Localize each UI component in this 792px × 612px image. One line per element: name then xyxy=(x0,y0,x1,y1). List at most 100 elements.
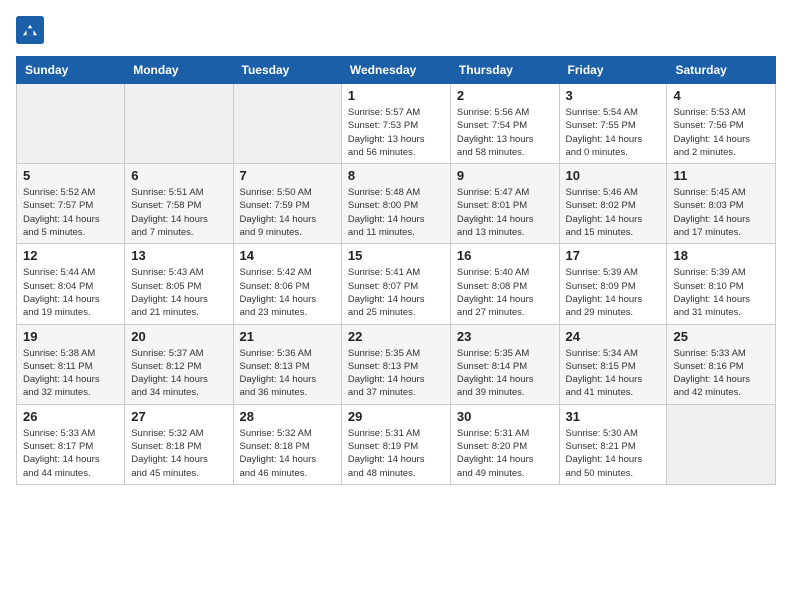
calendar-cell: 9 Sunrise: 5:47 AMSunset: 8:01 PMDaylight… xyxy=(450,164,559,244)
day-info: Sunrise: 5:34 AMSunset: 8:15 PMDaylight:… xyxy=(566,347,661,400)
day-number: 10 xyxy=(566,168,661,183)
calendar-cell: 25Sunrise: 5:33 AMSunset: 8:16 PMDayligh… xyxy=(667,324,776,404)
calendar-cell: 4 Sunrise: 5:53 AMSunset: 7:56 PMDaylight… xyxy=(667,84,776,164)
day-info: Sunrise: 5:35 AMSunset: 8:14 PMDaylight:… xyxy=(457,347,553,400)
day-number: 30 xyxy=(457,409,553,424)
day-number: 21 xyxy=(240,329,335,344)
day-info: Sunrise: 5:52 AMSunset: 7:57 PMDaylight:… xyxy=(23,186,118,239)
day-info: Sunrise: 5:44 AMSunset: 8:04 PMDaylight:… xyxy=(23,266,118,319)
calendar-week-4: 19 Sunrise: 5:38 AMSunset: 8:11 PMDayligh… xyxy=(17,324,776,404)
calendar-cell xyxy=(125,84,233,164)
day-info: Sunrise: 5:43 AMSunset: 8:05 PMDaylight:… xyxy=(131,266,226,319)
calendar-cell: 6Sunrise: 5:51 AMSunset: 7:58 PMDaylight… xyxy=(125,164,233,244)
day-number: 16 xyxy=(457,248,553,263)
day-number: 2 xyxy=(457,88,553,103)
day-info: Sunrise: 5:38 AMSunset: 8:11 PMDaylight:… xyxy=(23,347,118,400)
day-info: Sunrise: 5:32 AMSunset: 8:18 PMDaylight:… xyxy=(240,427,335,480)
day-info: Sunrise: 5:53 AMSunset: 7:56 PMDaylight:… xyxy=(673,106,769,159)
calendar-cell: 21 Sunrise: 5:36 AMSunset: 8:13 PMDayligh… xyxy=(233,324,341,404)
calendar-week-2: 5 Sunrise: 5:52 AMSunset: 7:57 PMDaylight… xyxy=(17,164,776,244)
calendar-cell: 10 Sunrise: 5:46 AMSunset: 8:02 PMDayligh… xyxy=(559,164,667,244)
day-number: 9 xyxy=(457,168,553,183)
calendar-cell: 16 Sunrise: 5:40 AMSunset: 8:08 PMDayligh… xyxy=(450,244,559,324)
day-number: 18 xyxy=(673,248,769,263)
day-number: 26 xyxy=(23,409,118,424)
day-number: 12 xyxy=(23,248,118,263)
day-number: 5 xyxy=(23,168,118,183)
day-number: 4 xyxy=(673,88,769,103)
calendar-cell: 26 Sunrise: 5:33 AMSunset: 8:17 PMDayligh… xyxy=(17,404,125,484)
calendar-cell: 11 Sunrise: 5:45 AMSunset: 8:03 PMDayligh… xyxy=(667,164,776,244)
calendar-week-5: 26 Sunrise: 5:33 AMSunset: 8:17 PMDayligh… xyxy=(17,404,776,484)
calendar-cell: 2 Sunrise: 5:56 AMSunset: 7:54 PMDaylight… xyxy=(450,84,559,164)
day-info: Sunrise: 5:54 AMSunset: 7:55 PMDaylight:… xyxy=(566,106,661,159)
day-info: Sunrise: 5:51 AMSunset: 7:58 PMDaylight:… xyxy=(131,186,226,239)
day-number: 31 xyxy=(566,409,661,424)
day-info: Sunrise: 5:47 AMSunset: 8:01 PMDaylight:… xyxy=(457,186,553,239)
calendar-cell xyxy=(233,84,341,164)
day-info: Sunrise: 5:57 AMSunset: 7:53 PMDaylight:… xyxy=(348,106,444,159)
calendar-cell xyxy=(667,404,776,484)
calendar-week-3: 12 Sunrise: 5:44 AMSunset: 8:04 PMDayligh… xyxy=(17,244,776,324)
day-number: 14 xyxy=(240,248,335,263)
calendar-cell: 30 Sunrise: 5:31 AMSunset: 8:20 PMDayligh… xyxy=(450,404,559,484)
day-number: 22 xyxy=(348,329,444,344)
calendar-cell: 28 Sunrise: 5:32 AMSunset: 8:18 PMDayligh… xyxy=(233,404,341,484)
day-number: 8 xyxy=(348,168,444,183)
calendar-cell: 17 Sunrise: 5:39 AMSunset: 8:09 PMDayligh… xyxy=(559,244,667,324)
day-info: Sunrise: 5:32 AMSunset: 8:18 PMDaylight:… xyxy=(131,427,226,480)
day-info: Sunrise: 5:37 AMSunset: 8:12 PMDaylight:… xyxy=(131,347,226,400)
day-number: 1 xyxy=(348,88,444,103)
day-number: 17 xyxy=(566,248,661,263)
calendar-cell: 13 Sunrise: 5:43 AMSunset: 8:05 PMDayligh… xyxy=(125,244,233,324)
calendar-cell: 18 Sunrise: 5:39 AMSunset: 8:10 PMDayligh… xyxy=(667,244,776,324)
day-info: Sunrise: 5:36 AMSunset: 8:13 PMDaylight:… xyxy=(240,347,335,400)
day-info: Sunrise: 5:46 AMSunset: 8:02 PMDaylight:… xyxy=(566,186,661,239)
calendar-cell xyxy=(17,84,125,164)
day-info: Sunrise: 5:31 AMSunset: 8:19 PMDaylight:… xyxy=(348,427,444,480)
day-number: 27 xyxy=(131,409,226,424)
weekday-header-friday: Friday xyxy=(559,57,667,84)
calendar-cell: 29 Sunrise: 5:31 AMSunset: 8:19 PMDayligh… xyxy=(341,404,450,484)
calendar-cell: 19 Sunrise: 5:38 AMSunset: 8:11 PMDayligh… xyxy=(17,324,125,404)
weekday-header-monday: Monday xyxy=(125,57,233,84)
day-number: 24 xyxy=(566,329,661,344)
day-info: Sunrise: 5:31 AMSunset: 8:20 PMDaylight:… xyxy=(457,427,553,480)
day-info: Sunrise: 5:30 AMSunset: 8:21 PMDaylight:… xyxy=(566,427,661,480)
calendar-cell: 23Sunrise: 5:35 AMSunset: 8:14 PMDayligh… xyxy=(450,324,559,404)
page-header xyxy=(16,16,776,44)
day-info: Sunrise: 5:40 AMSunset: 8:08 PMDaylight:… xyxy=(457,266,553,319)
day-number: 20 xyxy=(131,329,226,344)
day-number: 7 xyxy=(240,168,335,183)
calendar-cell: 5 Sunrise: 5:52 AMSunset: 7:57 PMDaylight… xyxy=(17,164,125,244)
day-info: Sunrise: 5:41 AMSunset: 8:07 PMDaylight:… xyxy=(348,266,444,319)
calendar-cell: 22Sunrise: 5:35 AMSunset: 8:13 PMDayligh… xyxy=(341,324,450,404)
day-info: Sunrise: 5:50 AMSunset: 7:59 PMDaylight:… xyxy=(240,186,335,239)
day-number: 13 xyxy=(131,248,226,263)
day-number: 15 xyxy=(348,248,444,263)
calendar-cell: 31 Sunrise: 5:30 AMSunset: 8:21 PMDayligh… xyxy=(559,404,667,484)
day-number: 11 xyxy=(673,168,769,183)
weekday-header-thursday: Thursday xyxy=(450,57,559,84)
day-info: Sunrise: 5:56 AMSunset: 7:54 PMDaylight:… xyxy=(457,106,553,159)
day-info: Sunrise: 5:42 AMSunset: 8:06 PMDaylight:… xyxy=(240,266,335,319)
day-info: Sunrise: 5:39 AMSunset: 8:09 PMDaylight:… xyxy=(566,266,661,319)
day-number: 19 xyxy=(23,329,118,344)
day-number: 3 xyxy=(566,88,661,103)
weekday-header-wednesday: Wednesday xyxy=(341,57,450,84)
day-info: Sunrise: 5:39 AMSunset: 8:10 PMDaylight:… xyxy=(673,266,769,319)
calendar-cell: 20 Sunrise: 5:37 AMSunset: 8:12 PMDayligh… xyxy=(125,324,233,404)
weekday-header-saturday: Saturday xyxy=(667,57,776,84)
calendar-cell: 14 Sunrise: 5:42 AMSunset: 8:06 PMDayligh… xyxy=(233,244,341,324)
day-number: 25 xyxy=(673,329,769,344)
logo xyxy=(16,16,46,44)
weekday-header-tuesday: Tuesday xyxy=(233,57,341,84)
calendar-cell: 24 Sunrise: 5:34 AMSunset: 8:15 PMDayligh… xyxy=(559,324,667,404)
day-info: Sunrise: 5:45 AMSunset: 8:03 PMDaylight:… xyxy=(673,186,769,239)
day-info: Sunrise: 5:33 AMSunset: 8:17 PMDaylight:… xyxy=(23,427,118,480)
day-number: 29 xyxy=(348,409,444,424)
calendar-week-1: 1 Sunrise: 5:57 AMSunset: 7:53 PMDaylight… xyxy=(17,84,776,164)
calendar-cell: 8Sunrise: 5:48 AMSunset: 8:00 PMDaylight… xyxy=(341,164,450,244)
day-number: 28 xyxy=(240,409,335,424)
calendar-cell: 12 Sunrise: 5:44 AMSunset: 8:04 PMDayligh… xyxy=(17,244,125,324)
